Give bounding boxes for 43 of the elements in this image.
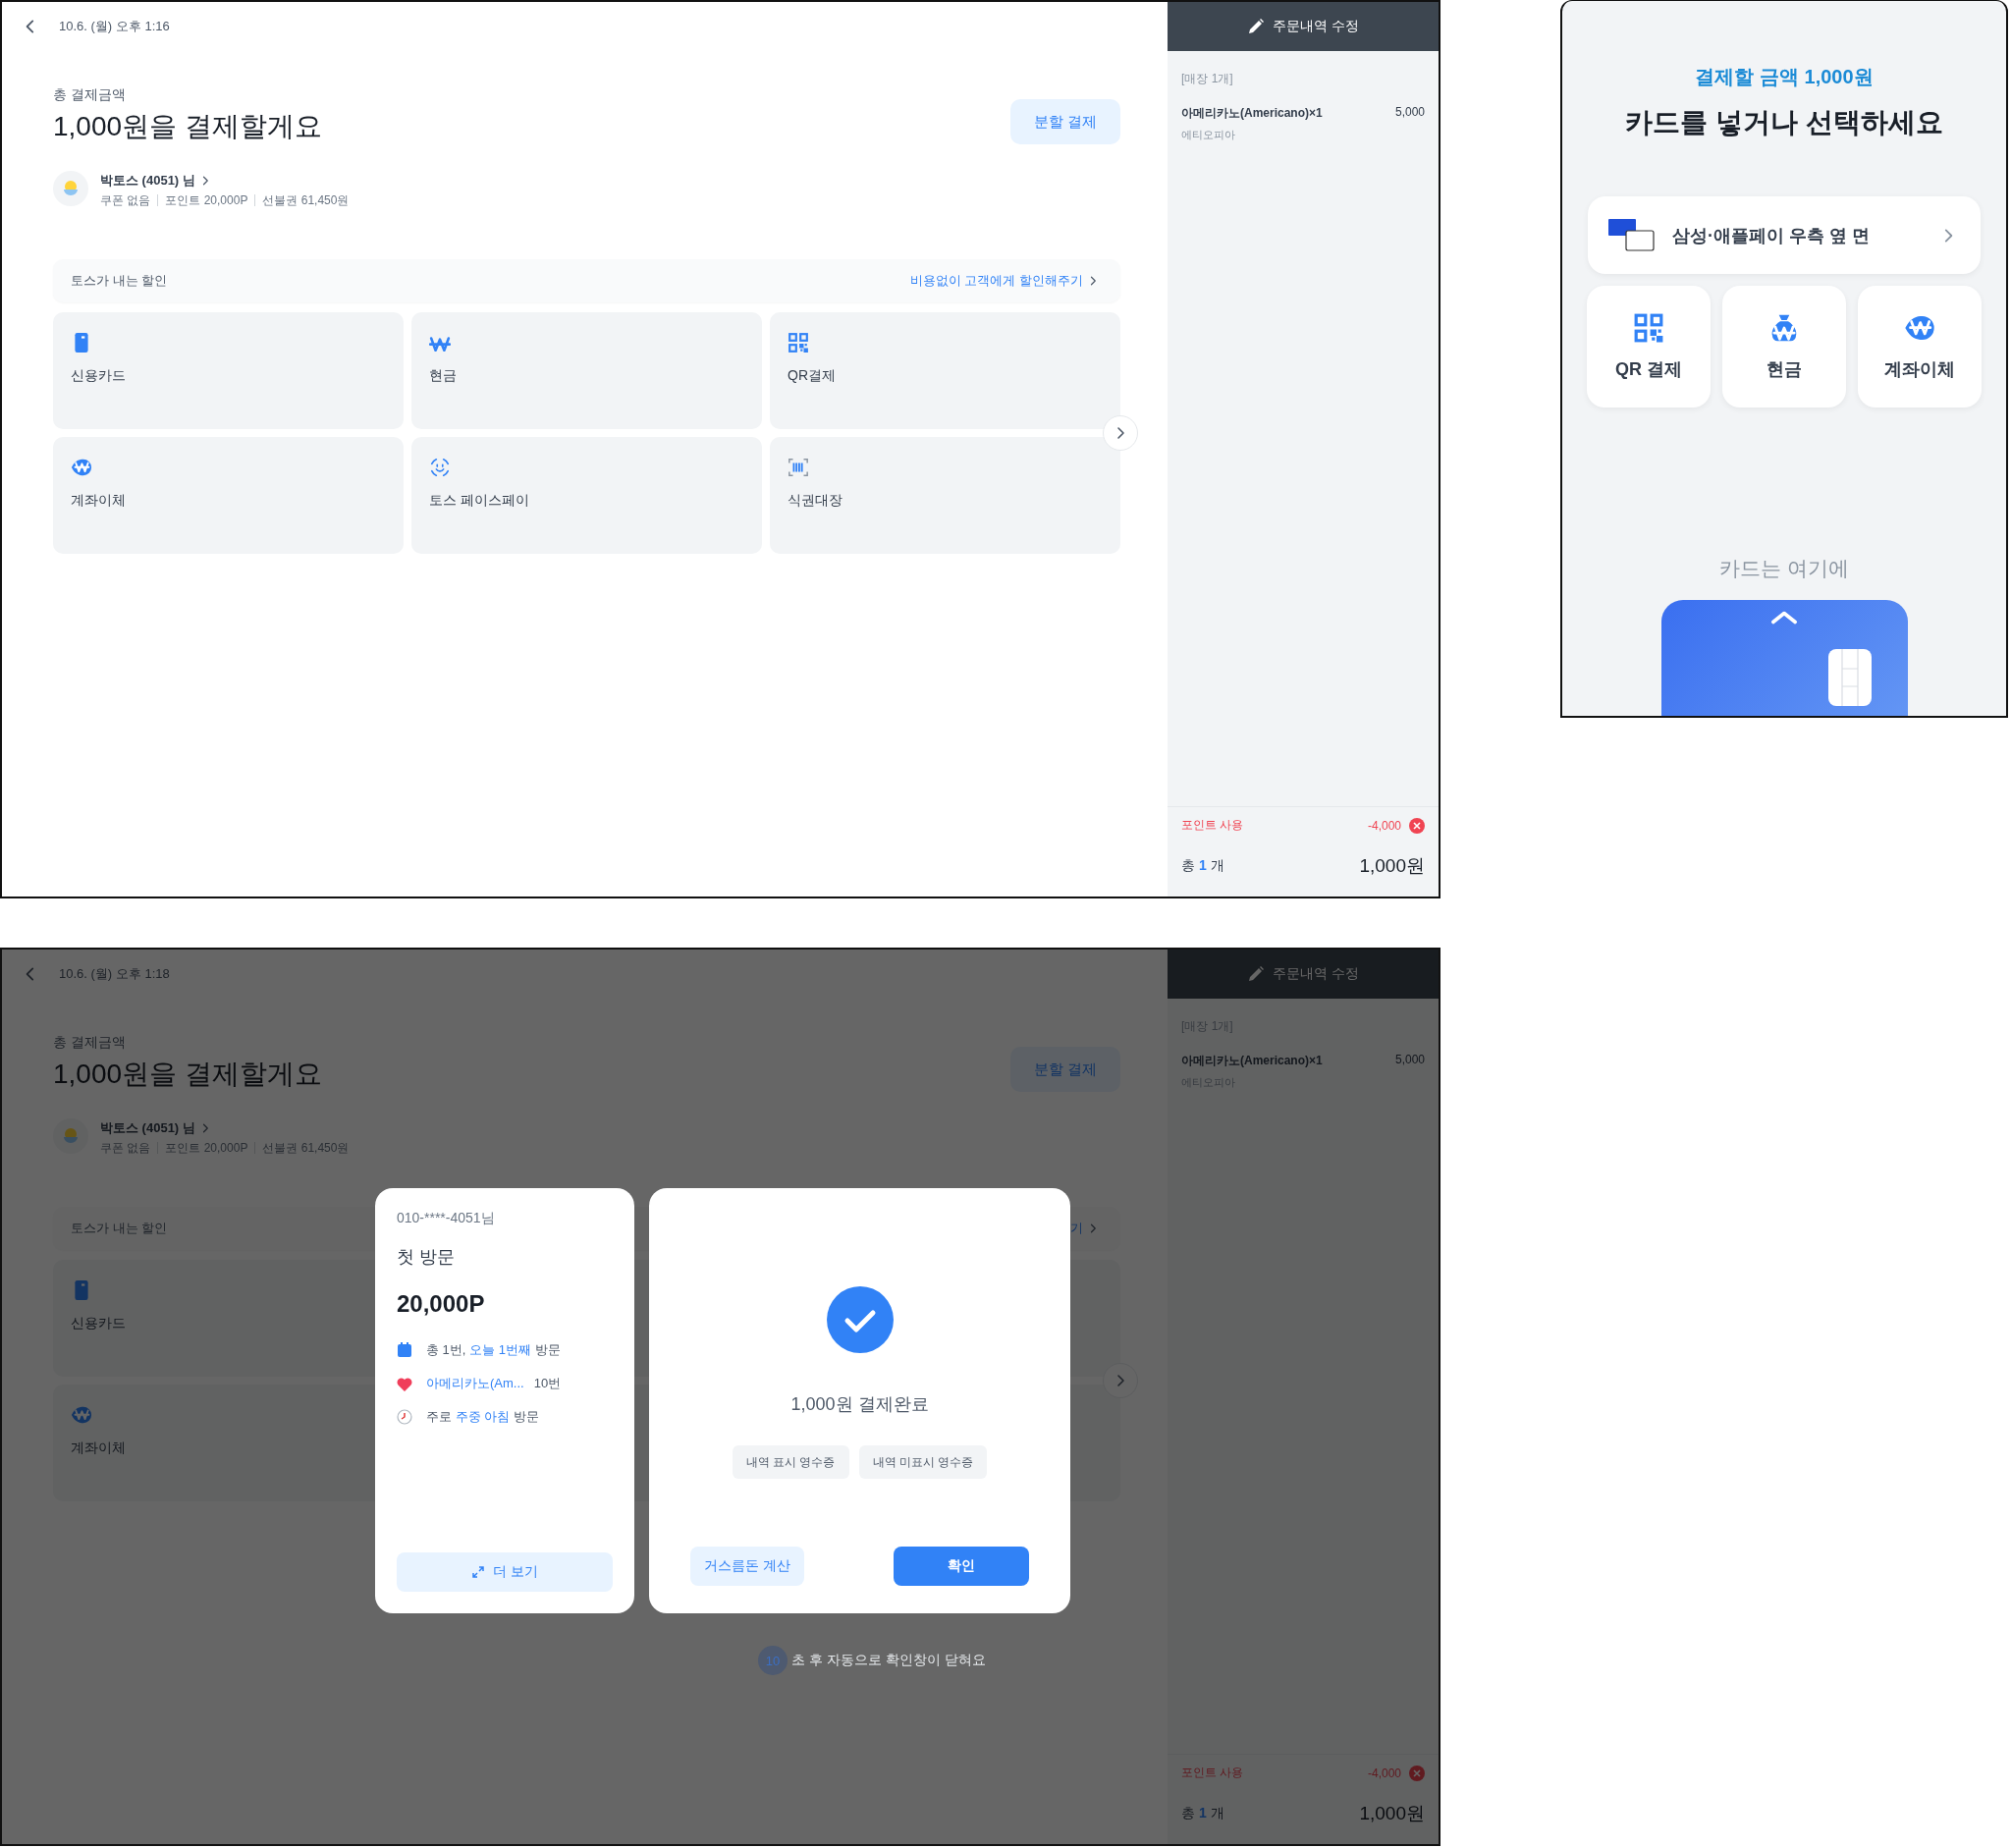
count-unit: 개 bbox=[1210, 857, 1224, 875]
customer-info: 선불권 61,450원 bbox=[254, 193, 356, 206]
points-label: 포인트 사용 bbox=[1181, 1765, 1244, 1781]
total-amount: 1,000원 bbox=[1359, 854, 1425, 878]
date-time: 10.6. (월) 오후 1:18 bbox=[59, 965, 170, 983]
points-label: 포인트 사용 bbox=[1181, 817, 1244, 834]
customer-info: 쿠폰 없음 bbox=[100, 1141, 152, 1154]
customer-info: 선불권 61,450원 bbox=[254, 1141, 356, 1154]
countdown-badge: 10 bbox=[758, 1646, 788, 1675]
order-count: 10번 bbox=[533, 1376, 562, 1390]
count-unit: 개 bbox=[1210, 1805, 1224, 1822]
date-time: 10.6. (월) 오후 1:16 bbox=[59, 18, 170, 35]
total-label: 총 bbox=[1181, 1805, 1195, 1822]
result-title: 1,000원 결제완료 bbox=[790, 1393, 929, 1416]
total-label: 총 결제금액 bbox=[53, 1034, 127, 1052]
section-label: [매장 1개] bbox=[1181, 71, 1234, 87]
total-amount: 1,000원 bbox=[1359, 1802, 1425, 1825]
discount-label: 토스가 내는 할인 bbox=[71, 272, 168, 290]
item-price: 5,000 bbox=[1394, 105, 1425, 121]
item-name: 아메리카노(Americano)×1 bbox=[1181, 1053, 1323, 1069]
customer-info: 쿠폰 없음 bbox=[100, 193, 152, 206]
discount-label: 토스가 내는 할인 bbox=[71, 1220, 168, 1237]
visit-fact: 주로 주중 아침 방문 bbox=[426, 1409, 539, 1424]
customer-info: 포인트 20,000P bbox=[157, 193, 255, 206]
points-amount: -4,000 bbox=[1367, 818, 1401, 833]
customer-info: 포인트 20,000P bbox=[157, 1141, 255, 1154]
item-name: 아메리카노(Americano)×1 bbox=[1181, 105, 1323, 122]
payment-title: 1,000원을 결제할게요 bbox=[53, 110, 322, 143]
item-price: 5,000 bbox=[1394, 1053, 1425, 1068]
countdown-text: 초 후 자동으로 확인창이 닫혀요 bbox=[791, 1652, 986, 1669]
payment-title: 1,000원을 결제할게요 bbox=[53, 1058, 322, 1091]
points-amount: -4,000 bbox=[1367, 1766, 1401, 1780]
visit-fact: 아메리카노(Am... bbox=[426, 1376, 524, 1390]
item-count: 1 bbox=[1199, 857, 1207, 875]
total-label: 총 결제금액 bbox=[53, 86, 127, 104]
display-title: 카드를 넣거나 선택하세요 bbox=[1625, 106, 1943, 139]
item-count: 1 bbox=[1199, 1805, 1207, 1822]
card-hint: 카드는 여기에 bbox=[1719, 556, 1849, 581]
phone-number: 010-****-4051님 bbox=[397, 1210, 496, 1227]
amount-label: 결제할 금액 1,000원 bbox=[1695, 65, 1874, 89]
item-option: 에티오피아 bbox=[1181, 128, 1425, 142]
total-label: 총 bbox=[1181, 857, 1195, 875]
visit-fact: 총 1번, 오늘 1번째 방문 bbox=[426, 1342, 561, 1357]
